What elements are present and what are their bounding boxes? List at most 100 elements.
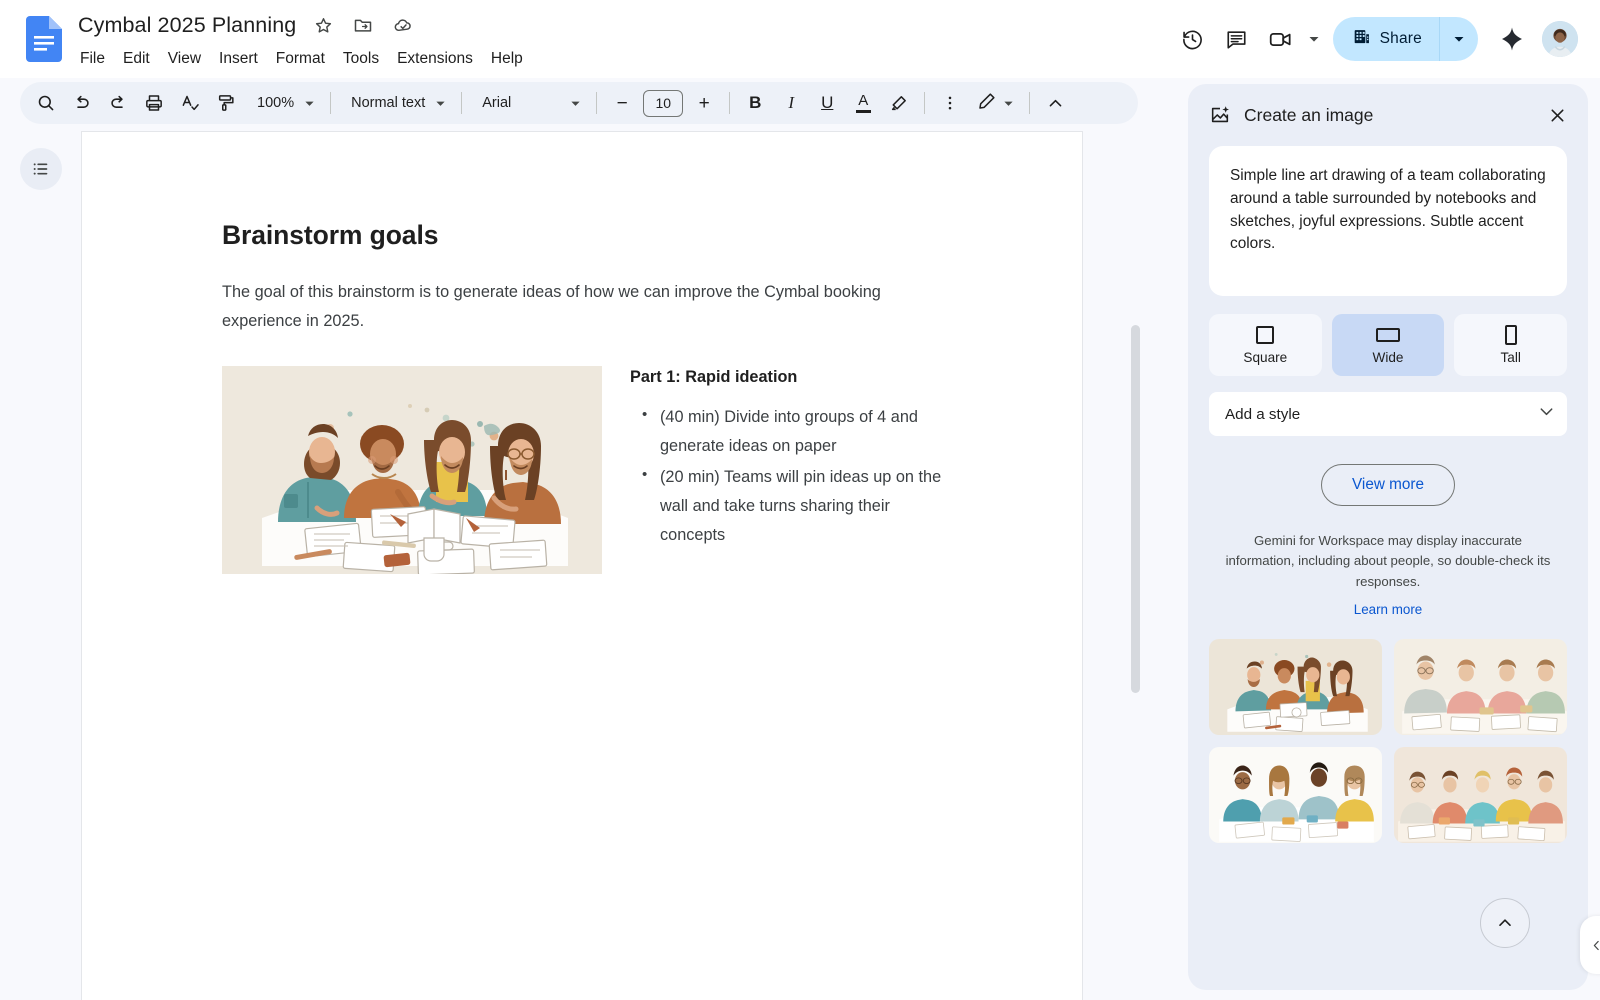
wide-ratio-icon [1376, 325, 1400, 345]
font-family-value: Arial [478, 95, 515, 111]
prompt-input[interactable]: Simple line art drawing of a team collab… [1209, 146, 1567, 296]
ratio-tall-button[interactable]: Tall [1454, 314, 1567, 376]
paragraph-style-select[interactable]: Normal text [339, 87, 453, 119]
meet-control-group [1259, 17, 1325, 61]
generated-image-1[interactable] [1209, 639, 1382, 735]
scroll-up-button[interactable] [1480, 898, 1530, 948]
share-caret-icon[interactable] [1440, 17, 1478, 61]
undo-icon[interactable] [66, 87, 98, 119]
toolbar-divider [729, 92, 730, 114]
paragraph-style-value: Normal text [347, 95, 429, 111]
italic-button[interactable]: I [775, 87, 807, 119]
menu-item-view[interactable]: View [159, 47, 210, 71]
more-vertical-icon[interactable] [934, 87, 966, 119]
create-image-icon [1208, 103, 1232, 127]
star-icon[interactable] [310, 12, 336, 38]
document-subheading: Part 1: Rapid ideation [630, 368, 942, 387]
menu-item-extensions[interactable]: Extensions [388, 47, 482, 71]
saved-to-drive-icon[interactable] [390, 12, 416, 38]
close-icon[interactable] [1540, 98, 1574, 132]
menu-bar: File Edit View Insert Format Tools Exten… [78, 45, 532, 73]
document-page[interactable]: Brainstorm goals The goal of this brains… [82, 132, 1082, 1000]
comment-icon[interactable] [1215, 17, 1259, 61]
toolbar-divider [924, 92, 925, 114]
menu-item-help[interactable]: Help [482, 47, 532, 71]
increase-font-size-button[interactable]: + [688, 87, 720, 119]
list-item: (20 min) Teams will pin ideas up on the … [630, 463, 942, 550]
chevron-down-icon [429, 98, 451, 109]
menu-item-edit[interactable]: Edit [114, 47, 159, 71]
aspect-ratio-group: Square Wide Tall [1209, 314, 1567, 376]
google-docs-icon[interactable] [26, 16, 62, 62]
zoom-level-select[interactable]: 100% [245, 87, 322, 119]
ratio-wide-label: Wide [1373, 350, 1404, 365]
highlight-pen-icon[interactable] [883, 87, 915, 119]
collapse-toolbar-icon[interactable] [1039, 87, 1071, 119]
menu-item-format[interactable]: Format [267, 47, 334, 71]
style-select-label: Add a style [1225, 406, 1540, 423]
chevron-down-icon [997, 98, 1019, 109]
redo-icon[interactable] [102, 87, 134, 119]
panel-header: Create an image [1188, 84, 1588, 146]
chevron-down-icon [564, 98, 586, 109]
title-and-menu: Cymbal 2025 Planning [78, 8, 532, 73]
generated-image-2[interactable] [1394, 639, 1567, 735]
version-history-icon[interactable] [1171, 17, 1215, 61]
font-size-input[interactable]: 10 [643, 90, 683, 117]
app-header: Cymbal 2025 Planning [0, 0, 1600, 78]
text-color-swatch [856, 110, 871, 113]
decrease-font-size-label: − [617, 94, 628, 113]
generated-image-3[interactable] [1209, 747, 1382, 843]
text-color-button[interactable]: A [847, 87, 879, 119]
bold-button[interactable]: B [739, 87, 771, 119]
style-select[interactable]: Add a style [1209, 392, 1567, 436]
ratio-tall-label: Tall [1500, 350, 1520, 365]
header-actions: Share [1171, 0, 1600, 78]
view-more-button[interactable]: View more [1321, 464, 1455, 506]
menu-item-file[interactable]: File [78, 47, 114, 71]
document-columns: Part 1: Rapid ideation (40 min) Divide i… [222, 366, 942, 574]
generated-image-4[interactable] [1394, 747, 1567, 843]
decrease-font-size-button[interactable]: − [606, 87, 638, 119]
print-icon[interactable] [138, 87, 170, 119]
toolbar-divider [596, 92, 597, 114]
page-title[interactable]: Cymbal 2025 Planning [78, 13, 296, 38]
ratio-wide-button[interactable]: Wide [1332, 314, 1445, 376]
panel-title: Create an image [1244, 105, 1540, 126]
document-scrollbar[interactable] [1131, 325, 1140, 693]
document-bullet-list: (40 min) Divide into groups of 4 and gen… [630, 403, 942, 550]
formatting-toolbar: 100% Normal text Arial − [20, 82, 1138, 124]
underline-button[interactable]: U [811, 87, 843, 119]
edit-pencil-icon [977, 91, 997, 116]
toolbar-divider [1029, 92, 1030, 114]
toolbar-divider [330, 92, 331, 114]
learn-more-link[interactable]: Learn more [1188, 602, 1588, 617]
document-heading: Brainstorm goals [222, 220, 942, 251]
font-family-select[interactable]: Arial [470, 87, 588, 119]
share-button[interactable]: Share [1333, 17, 1478, 61]
avatar[interactable] [1542, 21, 1578, 57]
meet-camera-icon[interactable] [1259, 17, 1303, 61]
collapse-panel-button[interactable] [1580, 916, 1600, 974]
create-image-panel: Create an image Simple line art drawing … [1188, 84, 1588, 990]
spellcheck-icon[interactable] [174, 87, 206, 119]
search-icon[interactable] [30, 87, 62, 119]
editing-mode-select[interactable] [969, 87, 1021, 119]
menu-item-tools[interactable]: Tools [334, 47, 388, 71]
menu-item-insert[interactable]: Insert [210, 47, 267, 71]
tall-ratio-icon [1505, 325, 1517, 345]
document-paragraph: The goal of this brainstorm is to genera… [222, 278, 882, 336]
share-main[interactable]: Share [1333, 17, 1439, 61]
move-to-folder-icon[interactable] [350, 12, 376, 38]
ratio-square-button[interactable]: Square [1209, 314, 1322, 376]
team-collaborating-illustration[interactable] [222, 366, 602, 574]
text-color-label: A [858, 93, 868, 108]
document-right-column: Part 1: Rapid ideation (40 min) Divide i… [630, 366, 942, 552]
generated-images-grid [1209, 639, 1567, 843]
increase-font-size-label: + [699, 94, 710, 113]
google-docs-window: Cymbal 2025 Planning [0, 0, 1600, 1000]
paint-format-icon[interactable] [210, 87, 242, 119]
document-outline-icon[interactable] [20, 148, 62, 190]
meet-caret-icon[interactable] [1303, 33, 1325, 45]
gemini-spark-icon[interactable] [1490, 17, 1534, 61]
